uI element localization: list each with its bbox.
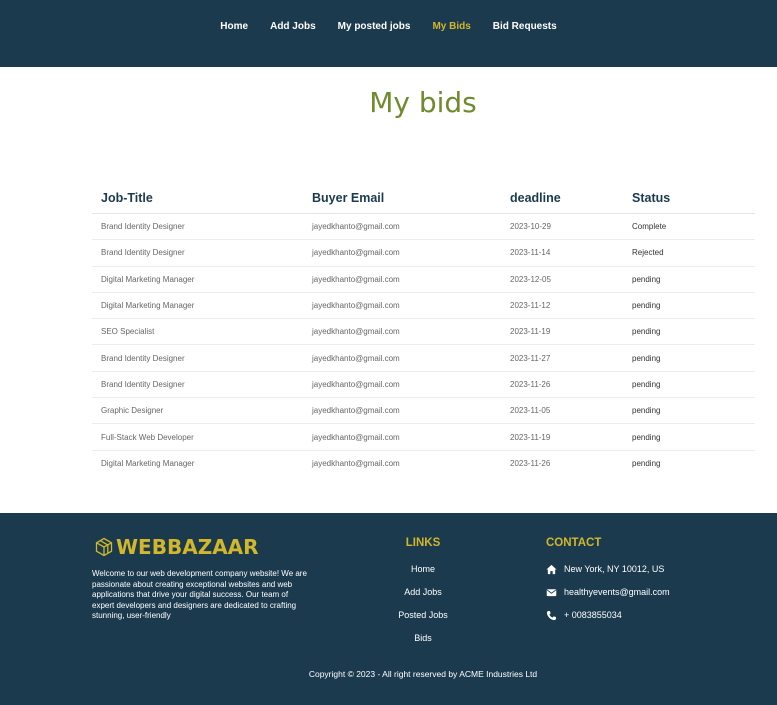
cell-buyer-email: jayedkhanto@gmail.com	[303, 423, 501, 451]
cell-job-title: Digital Marketing Manager	[92, 292, 303, 320]
cell-status: pending	[623, 371, 755, 399]
cell-deadline: 2023-11-05	[501, 397, 623, 425]
site-footer: WEBBAZAAR Welcome to our web development…	[0, 513, 777, 705]
cell-status: pending	[623, 423, 755, 451]
table-row: Brand Identity Designer jayedkhanto@gmail…	[92, 239, 755, 267]
hexagon-cube-icon	[94, 537, 114, 557]
footer-link-home[interactable]: Home	[383, 558, 463, 581]
table-header-row: Job-Title Buyer Email deadline Status	[92, 183, 755, 214]
cell-deadline: 2023-11-27	[501, 344, 623, 372]
footer-logo[interactable]: WEBBAZAAR	[92, 535, 259, 559]
cell-buyer-email: jayedkhanto@gmail.com	[303, 239, 501, 267]
header-status: Status	[623, 183, 755, 214]
cell-deadline: 2023-11-14	[501, 239, 623, 267]
cell-status: pending	[632, 458, 661, 468]
cell-deadline: 2023-11-12	[501, 292, 623, 320]
footer-contact-title: CONTACT	[546, 537, 602, 549]
table-row: Digital Marketing Manager jayedkhanto@gma…	[92, 450, 755, 476]
bids-table-body: Brand Identity Designer jayedkhanto@gmail…	[92, 213, 755, 476]
cell-status: pending	[623, 292, 755, 320]
nav-my-posted-jobs[interactable]: My posted jobs	[327, 20, 422, 34]
cell-job-title: Graphic Designer	[92, 397, 303, 425]
header-deadline: deadline	[501, 183, 623, 214]
cell-status: Complete	[623, 213, 755, 241]
footer-links: LINKS Home Add Jobs Posted Jobs Bids	[383, 537, 463, 650]
top-navbar: Home Add Jobs My posted jobs My Bids Bid…	[0, 0, 777, 67]
cell-buyer-email: jayedkhanto@gmail.com	[303, 292, 501, 320]
nav-my-bids[interactable]: My Bids	[421, 20, 481, 34]
cell-job-title: SEO Specialist	[92, 318, 303, 346]
contact-phone: + 0083855034	[546, 604, 670, 627]
cell-job-title: Brand Identity Designer	[92, 239, 303, 267]
cell-status: pending	[623, 266, 755, 293]
envelope-icon	[546, 587, 557, 598]
cell-job-title: Brand Identity Designer	[92, 371, 303, 399]
contact-address: New York, NY 10012, US	[546, 558, 670, 581]
table-row: Brand Identity Designer jayedkhanto@gmail…	[92, 344, 755, 372]
table-row: Digital Marketing Manager jayedkhanto@gma…	[92, 266, 755, 293]
cell-deadline: 2023-11-26	[510, 458, 551, 468]
table-row: Digital Marketing Manager jayedkhanto@gma…	[92, 292, 755, 320]
cell-buyer-email: jayedkhanto@gmail.com	[303, 344, 501, 372]
footer-logo-text: WEBBAZAAR	[116, 535, 259, 559]
nav-home[interactable]: Home	[209, 20, 259, 34]
cell-buyer-email: jayedkhanto@gmail.com	[303, 371, 501, 399]
cell-deadline: 2023-11-19	[501, 423, 623, 451]
home-icon	[546, 564, 557, 575]
header-buyer-email: Buyer Email	[303, 183, 501, 214]
cell-job-title: Digital Marketing Manager	[92, 266, 303, 293]
footer-link-add-jobs[interactable]: Add Jobs	[383, 581, 463, 604]
nav-add-jobs[interactable]: Add Jobs	[259, 20, 327, 34]
bids-table: Job-Title Buyer Email deadline Status Br…	[92, 183, 755, 476]
cell-status: Rejected	[623, 239, 755, 267]
cell-buyer-email: jayedkhanto@gmail.com	[303, 318, 501, 346]
cell-buyer-email: jayedkhanto@gmail.com	[303, 397, 501, 425]
cell-status: pending	[623, 318, 755, 346]
cell-deadline: 2023-12-05	[501, 266, 623, 293]
table-row: Brand Identity Designer jayedkhanto@gmail…	[92, 371, 755, 399]
cell-buyer-email: jayedkhanto@gmail.com	[312, 458, 400, 468]
contact-email: healthyevents@gmail.com	[546, 581, 670, 604]
footer-link-posted-jobs[interactable]: Posted Jobs	[383, 604, 463, 627]
main-nav: Home Add Jobs My posted jobs My Bids Bid…	[0, 20, 777, 34]
cell-job-title: Brand Identity Designer	[92, 213, 303, 241]
table-row: Graphic Designer jayedkhanto@gmail.com 202…	[92, 397, 755, 425]
footer-contact: CONTACT New York, NY 10012, US healthyev…	[546, 537, 670, 627]
footer-about-text: Welcome to our web development company w…	[92, 569, 307, 621]
table-row: SEO Specialist jayedkhanto@gmail.com 2023-…	[92, 318, 755, 346]
footer-link-bids[interactable]: Bids	[383, 627, 463, 650]
nav-bid-requests[interactable]: Bid Requests	[482, 20, 568, 34]
cell-deadline: 2023-11-19	[501, 318, 623, 346]
cell-status: pending	[623, 344, 755, 372]
cell-job-title: Digital Marketing Manager	[101, 458, 195, 468]
cell-job-title: Brand Identity Designer	[92, 344, 303, 372]
contact-address-text: New York, NY 10012, US	[564, 564, 665, 574]
cell-deadline: 2023-11-26	[501, 371, 623, 399]
footer-links-title: LINKS	[405, 537, 441, 549]
table-row: Full-Stack Web Developer jayedkhanto@gmai…	[92, 423, 755, 451]
cell-buyer-email: jayedkhanto@gmail.com	[303, 213, 501, 241]
cell-job-title: Full-Stack Web Developer	[92, 423, 303, 451]
cell-status: pending	[623, 397, 755, 425]
cell-deadline: 2023-10-29	[501, 213, 623, 241]
header-job-title: Job-Title	[92, 183, 303, 214]
page-title: My bids	[369, 86, 477, 119]
contact-email-text: healthyevents@gmail.com	[564, 587, 670, 597]
cell-buyer-email: jayedkhanto@gmail.com	[303, 266, 501, 293]
contact-phone-text: + 0083855034	[564, 610, 622, 620]
footer-copyright: Copyright © 2023 - All right reserved by…	[308, 669, 538, 679]
table-row: Brand Identity Designer jayedkhanto@gmail…	[92, 213, 755, 241]
phone-icon	[546, 610, 557, 621]
